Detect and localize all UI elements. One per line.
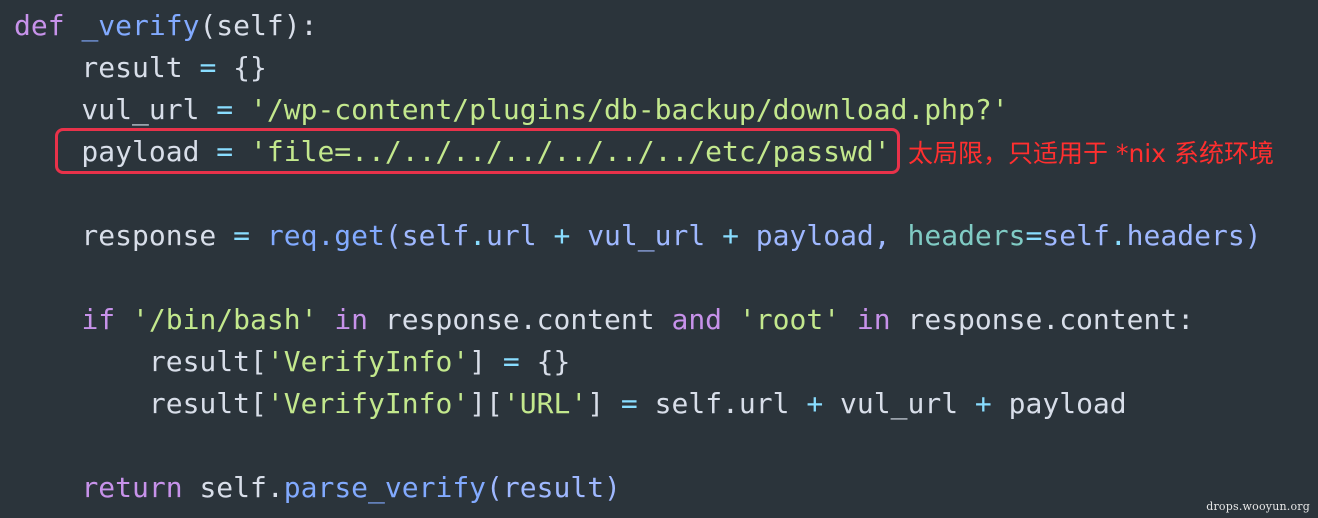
code-token: 'VerifyInfo' <box>266 387 470 420</box>
code-token: vul_url <box>570 219 723 252</box>
code-token: headers) <box>1126 219 1262 252</box>
code-token: vul_url <box>14 93 217 126</box>
code-token: + <box>553 219 571 252</box>
code-token: def <box>14 9 65 42</box>
code-token: and <box>671 303 723 336</box>
code-token: = <box>502 345 520 378</box>
code-token: if <box>81 303 116 336</box>
code-token: url <box>486 219 554 252</box>
code-token: response.content <box>368 303 672 336</box>
code-token: req.get <box>266 219 385 252</box>
code-token: payload, <box>738 219 908 252</box>
code-line: result = {} <box>14 50 267 86</box>
code-line: response = req.get(self.url + vul_url + … <box>14 218 1262 254</box>
code-token: self. <box>182 471 284 504</box>
code-token: return <box>81 471 183 504</box>
code-token: headers <box>907 219 1026 252</box>
code-line: return self.parse_verify(result) <box>14 470 621 506</box>
code-token: = <box>1025 219 1043 252</box>
code-token: payload <box>991 387 1127 420</box>
code-token: in <box>334 303 369 336</box>
code-token: + <box>974 387 992 420</box>
code-line: if '/bin/bash' in response.content and '… <box>14 302 1194 338</box>
code-token: . <box>469 219 487 252</box>
code-token: result <box>14 51 200 84</box>
code-line: result['VerifyInfo']['URL'] = self.url +… <box>14 386 1127 422</box>
code-token: ] <box>587 387 621 420</box>
code-token: in <box>856 303 891 336</box>
watermark: drops.wooyun.org <box>1206 500 1310 513</box>
code-token: {} <box>519 345 571 378</box>
annotation-text: 太局限，只适用于 *nix 系统环境 <box>908 139 1274 168</box>
code-token: parse_verify <box>283 471 487 504</box>
code-token: . <box>1109 219 1127 252</box>
code-token: (self <box>384 219 470 252</box>
code-token: 'URL' <box>502 387 588 420</box>
code-token: self <box>1042 219 1110 252</box>
payload-highlight-box <box>55 128 900 174</box>
code-token: 'VerifyInfo' <box>266 345 470 378</box>
code-token: + <box>806 387 824 420</box>
code-token: ][ <box>469 387 503 420</box>
code-line: vul_url = '/wp-content/plugins/db-backup… <box>14 92 1009 128</box>
code-token: response <box>14 219 234 252</box>
code-token: ] <box>469 345 503 378</box>
code-token: '/bin/bash' <box>115 303 335 336</box>
code-token: 'root' <box>722 303 857 336</box>
code-token: = <box>199 51 217 84</box>
code-token: '/wp-content/plugins/db-backup/download.… <box>233 93 1009 126</box>
code-token: (self): <box>199 9 318 42</box>
code-token: (result) <box>486 471 621 504</box>
code-token: = <box>216 93 234 126</box>
code-token: = <box>620 387 638 420</box>
code-token: result[ <box>14 345 267 378</box>
code-line: result['VerifyInfo'] = {} <box>14 344 570 380</box>
code-token: + <box>722 219 739 252</box>
code-token: vul_url <box>823 387 975 420</box>
code-token: result[ <box>14 387 267 420</box>
code-token: _verify <box>81 9 200 42</box>
code-line: def _verify(self): <box>14 8 317 44</box>
code-token: = <box>233 219 251 252</box>
code-editor: def _verify(self): result = {} vul_url =… <box>0 0 1318 518</box>
code-token: {} <box>216 51 267 84</box>
code-token: self.url <box>637 387 807 420</box>
code-token: response.content: <box>890 303 1195 336</box>
